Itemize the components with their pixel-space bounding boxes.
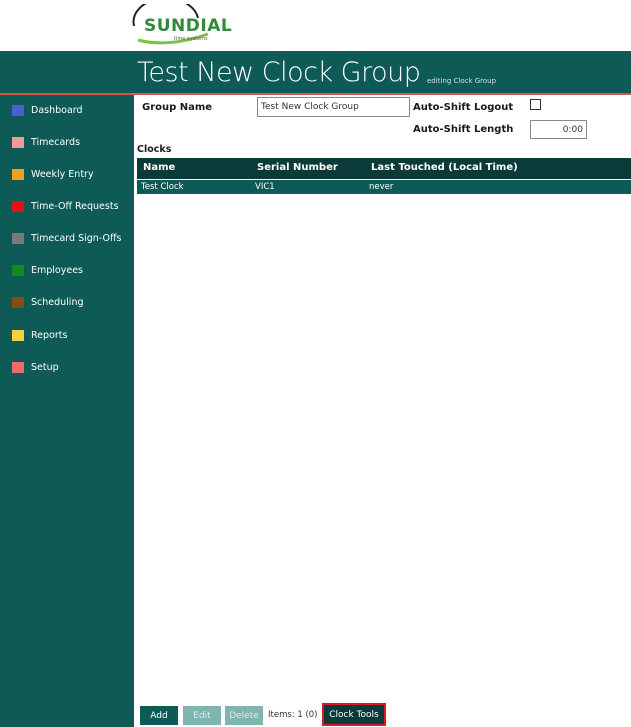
sidebar-item-label: Timecard Sign-Offs xyxy=(31,232,122,244)
auto-shift-length-input[interactable] xyxy=(530,120,587,139)
sidebar-item-dashboard[interactable]: Dashboard xyxy=(0,99,134,121)
clock-tools-button[interactable]: Clock Tools xyxy=(322,703,386,726)
sidebar-item-label: Dashboard xyxy=(31,104,83,116)
auto-shift-logout-label: Auto-Shift Logout xyxy=(413,102,514,113)
weekly-entry-icon xyxy=(12,168,24,180)
sidebar-item-label: Reports xyxy=(31,329,68,341)
title-bar: Test New Clock Group editing Clock Group xyxy=(0,51,631,95)
logo-subtext: time systems xyxy=(174,36,208,42)
group-name-input[interactable] xyxy=(257,97,410,117)
sidebar-item-timecard-sign-offs[interactable]: Timecard Sign-Offs xyxy=(0,227,134,249)
page-title: Test New Clock Group xyxy=(137,57,421,88)
cell-serial-number: VIC1 xyxy=(255,182,275,192)
sidebar-item-label: Scheduling xyxy=(31,296,84,308)
sidebar-item-label: Employees xyxy=(31,264,83,276)
time-off-requests-icon xyxy=(12,200,24,212)
add-button[interactable]: Add xyxy=(140,706,178,725)
column-header-serial-number[interactable]: Serial Number xyxy=(257,162,338,173)
sidebar-item-time-off-requests[interactable]: Time-Off Requests xyxy=(0,195,134,217)
sidebar: Dashboard Timecards Weekly Entry Time-Of… xyxy=(0,95,134,727)
edit-button[interactable]: Edit xyxy=(183,706,221,725)
timecard-sign-offs-icon xyxy=(12,232,24,244)
timecards-icon xyxy=(12,136,24,148)
items-count: Items: 1 (0) xyxy=(268,710,318,720)
auto-shift-length-label: Auto-Shift Length xyxy=(413,124,514,135)
sidebar-item-employees[interactable]: Employees xyxy=(0,259,134,281)
sundial-logo: SUNDIAL time systems xyxy=(128,4,232,46)
sidebar-item-reports[interactable]: Reports xyxy=(0,324,134,346)
sidebar-item-scheduling[interactable]: Scheduling xyxy=(0,291,134,313)
sidebar-item-label: Setup xyxy=(31,361,59,373)
setup-icon xyxy=(12,361,24,373)
group-name-label: Group Name xyxy=(142,102,213,113)
page-subtitle: editing Clock Group xyxy=(427,77,497,85)
reports-icon xyxy=(12,329,24,341)
clocks-table-header: Name Serial Number Last Touched (Local T… xyxy=(137,158,631,179)
logo-text: SUNDIAL xyxy=(144,16,233,36)
dashboard-icon xyxy=(12,104,24,116)
auto-shift-logout-checkbox[interactable] xyxy=(530,99,541,110)
sidebar-item-setup[interactable]: Setup xyxy=(0,356,134,378)
scheduling-icon xyxy=(12,296,24,308)
column-header-last-touched[interactable]: Last Touched (Local Time) xyxy=(371,162,518,173)
cell-last-touched: never xyxy=(369,182,394,192)
table-row[interactable]: Test Clock VIC1 never xyxy=(137,180,631,194)
clocks-section-label: Clocks xyxy=(137,144,172,155)
cell-name: Test Clock xyxy=(141,182,184,192)
sidebar-item-label: Time-Off Requests xyxy=(31,200,119,212)
delete-button[interactable]: Delete xyxy=(225,706,263,725)
sidebar-item-weekly-entry[interactable]: Weekly Entry xyxy=(0,163,134,185)
sidebar-item-label: Timecards xyxy=(31,136,81,148)
sidebar-item-timecards[interactable]: Timecards xyxy=(0,131,134,153)
sidebar-item-label: Weekly Entry xyxy=(31,168,94,180)
column-header-name[interactable]: Name xyxy=(143,162,175,173)
employees-icon xyxy=(12,264,24,276)
